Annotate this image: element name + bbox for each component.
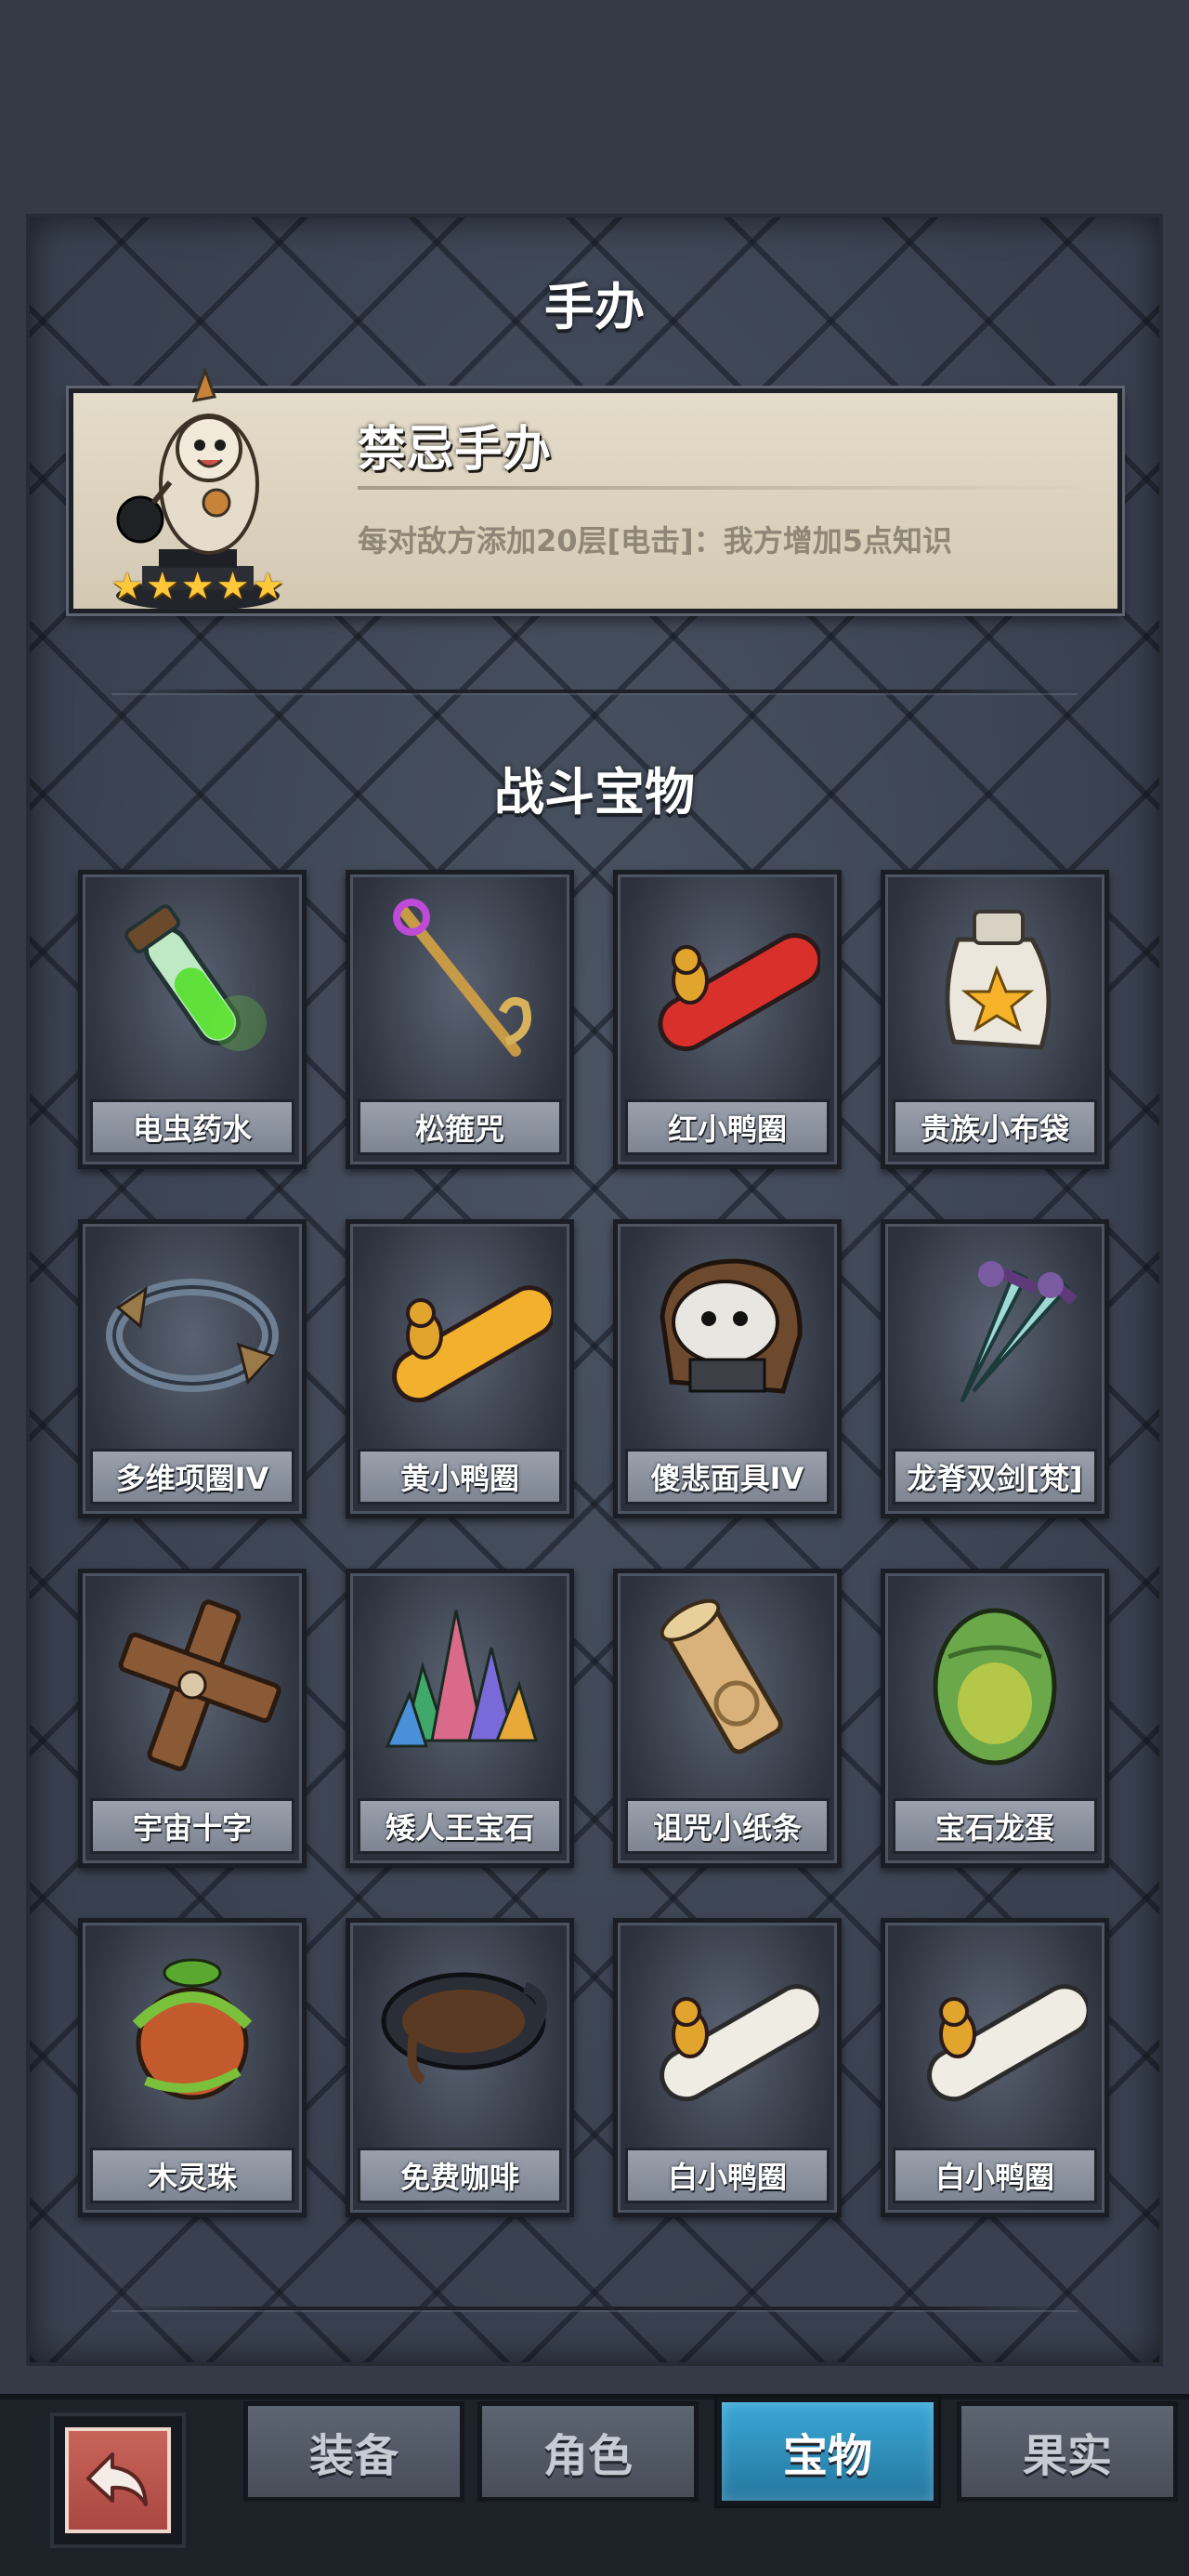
mask-icon bbox=[660, 1258, 803, 1394]
star-icon: ★ bbox=[251, 565, 285, 608]
section-divider bbox=[111, 690, 1078, 693]
treasure-item[interactable]: 傻悲面具IV bbox=[613, 1219, 842, 1518]
treasure-item-label: 电虫药水 bbox=[90, 1099, 294, 1155]
treasure-item[interactable]: 电虫药水 bbox=[78, 870, 307, 1169]
treasure-item-label: 松箍咒 bbox=[358, 1099, 562, 1155]
treasure-item-label: 诅咒小纸条 bbox=[625, 1798, 830, 1854]
back-button-face bbox=[65, 2427, 171, 2533]
figure-card[interactable]: ★ ★ ★ ★ ★ 禁忌手办 每对敌方添加20层[电击]：我方增加5点知识 bbox=[69, 366, 1122, 613]
star-icon: ★ bbox=[216, 565, 250, 608]
treasure-item-label: 宇宙十字 bbox=[90, 1798, 294, 1854]
tab-fruit[interactable]: 果实 bbox=[957, 2401, 1178, 2502]
treasure-item-label: 矮人王宝石 bbox=[358, 1798, 562, 1854]
red-duck-ring-icon bbox=[658, 933, 820, 1052]
collar-icon bbox=[106, 1279, 279, 1392]
treasure-item-label: 白小鸭圈 bbox=[893, 2148, 1097, 2203]
treasure-item[interactable]: 免费咖啡 bbox=[346, 1918, 574, 2217]
treasure-item[interactable]: 龙脊双剑[梵] bbox=[881, 1219, 1109, 1518]
star-icon: ★ bbox=[145, 565, 179, 608]
figure-name: 禁忌手办 bbox=[358, 422, 552, 478]
gem-cluster-icon bbox=[385, 1610, 539, 1748]
treasure-item-label: 多维项圈IV bbox=[90, 1449, 294, 1505]
back-button[interactable] bbox=[50, 2412, 186, 2548]
treasure-item-label: 宝石龙蛋 bbox=[893, 1798, 1097, 1854]
treasure-item-label: 白小鸭圈 bbox=[625, 2148, 830, 2203]
tab-character[interactable]: 角色 bbox=[477, 2401, 699, 2502]
wood-orb-icon bbox=[132, 1958, 253, 2100]
treasure-item[interactable]: 诅咒小纸条 bbox=[613, 1569, 842, 1868]
treasure-item[interactable]: 矮人王宝石 bbox=[346, 1569, 574, 1868]
scroll-icon bbox=[660, 1598, 783, 1755]
coffee-cup-icon bbox=[381, 1972, 547, 2085]
star-icon: ★ bbox=[111, 565, 144, 608]
dragon-egg-icon bbox=[933, 1608, 1057, 1766]
white-duck-ring-icon bbox=[927, 1984, 1088, 2102]
figure-section-title: 手办 bbox=[544, 278, 645, 336]
cloth-bag-icon bbox=[945, 910, 1052, 1050]
white-duck-ring-icon bbox=[660, 1984, 820, 2102]
treasure-section-title: 战斗宝物 bbox=[494, 763, 695, 821]
treasure-item-label: 傻悲面具IV bbox=[625, 1449, 830, 1505]
treasure-item-label: 红小鸭圈 bbox=[625, 1099, 830, 1155]
treasure-item-label: 贵族小布袋 bbox=[893, 1099, 1097, 1155]
staff-icon bbox=[393, 899, 531, 1057]
section-divider bbox=[111, 2307, 1078, 2310]
back-arrow-icon bbox=[86, 2452, 148, 2506]
treasure-item-label: 免费咖啡 bbox=[358, 2148, 562, 2203]
treasure-item[interactable]: 木灵珠 bbox=[78, 1918, 307, 2217]
star-rating: ★ ★ ★ ★ ★ bbox=[111, 568, 284, 605]
treasure-item[interactable]: 宇宙十字 bbox=[78, 1569, 307, 1868]
green-potion-icon bbox=[124, 904, 267, 1051]
figure-divider bbox=[358, 486, 1090, 490]
treasure-item[interactable]: 白小鸭圈 bbox=[613, 1918, 842, 2217]
treasure-item[interactable]: 白小鸭圈 bbox=[881, 1918, 1109, 2217]
treasure-item-label: 龙脊双剑[梵] bbox=[893, 1449, 1097, 1505]
yellow-duck-ring-icon bbox=[392, 1285, 553, 1403]
treasure-item[interactable]: 松箍咒 bbox=[346, 870, 574, 1169]
figure-description: 每对敌方添加20层[电击]：我方增加5点知识 bbox=[358, 523, 953, 559]
treasure-item[interactable]: 黄小鸭圈 bbox=[346, 1219, 574, 1518]
twin-swords-icon bbox=[960, 1261, 1078, 1403]
tab-treasure[interactable]: 宝物 bbox=[717, 2398, 938, 2505]
treasure-item-label: 木灵珠 bbox=[90, 2148, 294, 2203]
star-icon: ★ bbox=[180, 565, 215, 608]
tab-equipment[interactable]: 装备 bbox=[243, 2401, 464, 2502]
treasure-item[interactable]: 红小鸭圈 bbox=[613, 870, 842, 1169]
wooden-cross-icon bbox=[118, 1599, 281, 1771]
treasure-item[interactable]: 贵族小布袋 bbox=[881, 870, 1109, 1169]
treasure-item-label: 黄小鸭圈 bbox=[358, 1449, 562, 1505]
treasure-item[interactable]: 宝石龙蛋 bbox=[881, 1569, 1109, 1868]
treasure-item[interactable]: 多维项圈IV bbox=[78, 1219, 307, 1518]
